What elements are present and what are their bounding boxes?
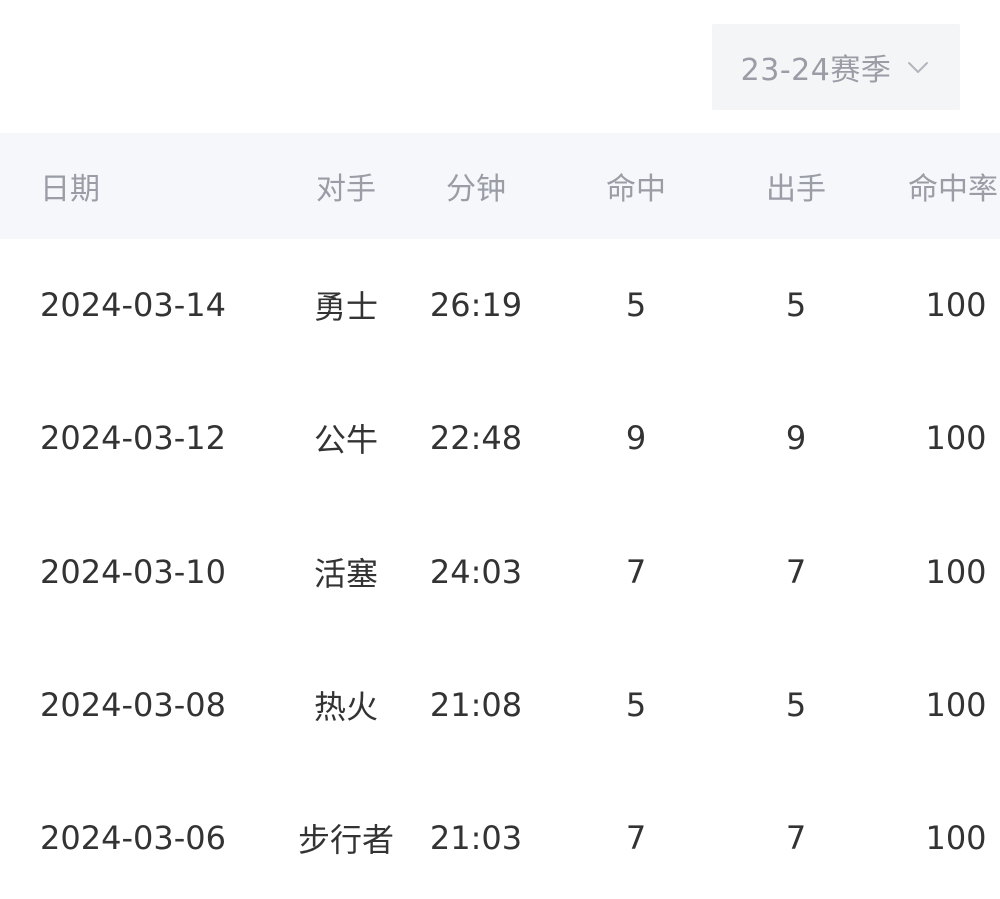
row-opponent: 活塞 [313,555,379,593]
row-opponent: 步行者 [297,821,395,859]
row-pct: 100 [925,819,987,857]
row-attempts: 9 [785,419,807,457]
row-attempts: 7 [785,819,807,857]
row-opponent: 公牛 [313,421,379,459]
row-minutes: 22:48 [429,419,523,457]
row-pct: 100 [925,553,987,591]
row-date: 2024-03-12 [40,419,226,457]
table-header: 日期 对手 分钟 命中 出手 命中率 [0,133,1000,239]
table-row[interactable]: 2024-03-14 勇士 26:19 5 5 100 [0,239,1000,372]
row-minutes: 21:03 [429,819,523,857]
row-attempts: 5 [785,686,807,724]
header-minutes: 分钟 [446,172,506,207]
row-made: 5 [625,286,647,324]
row-date: 2024-03-10 [40,553,226,591]
row-date: 2024-03-06 [40,819,226,857]
header-opponent: 对手 [316,172,376,207]
row-minutes: 26:19 [429,286,523,324]
table-row[interactable]: 2024-03-06 步行者 21:03 7 7 100 [0,772,1000,899]
row-date: 2024-03-14 [40,286,226,324]
row-date: 2024-03-08 [40,686,226,724]
row-attempts: 7 [785,553,807,591]
header-attempts: 出手 [766,172,826,207]
row-opponent: 热火 [313,688,379,726]
row-made: 5 [625,686,647,724]
header-pct: 命中率 [908,172,998,207]
row-pct: 100 [925,286,987,324]
row-opponent: 勇士 [313,288,379,326]
row-pct: 100 [925,419,987,457]
row-pct: 100 [925,686,987,724]
row-attempts: 5 [785,286,807,324]
season-dropdown-label: 23-24赛季 [740,53,892,88]
table-row[interactable]: 2024-03-10 活塞 24:03 7 7 100 [0,506,1000,639]
row-made: 9 [625,419,647,457]
row-made: 7 [625,819,647,857]
row-made: 7 [625,553,647,591]
header-date: 日期 [40,172,100,207]
page: 23-24赛季 日期 对手 分钟 命中 出手 命中率 2024-03-14 勇士… [0,0,1000,899]
header-made: 命中 [606,172,666,207]
row-minutes: 24:03 [429,553,523,591]
season-dropdown[interactable]: 23-24赛季 [712,24,960,110]
table-row[interactable]: 2024-03-08 热火 21:08 5 5 100 [0,639,1000,772]
chevron-down-icon [905,54,931,80]
table-row[interactable]: 2024-03-12 公牛 22:48 9 9 100 [0,372,1000,505]
row-minutes: 21:08 [429,686,523,724]
